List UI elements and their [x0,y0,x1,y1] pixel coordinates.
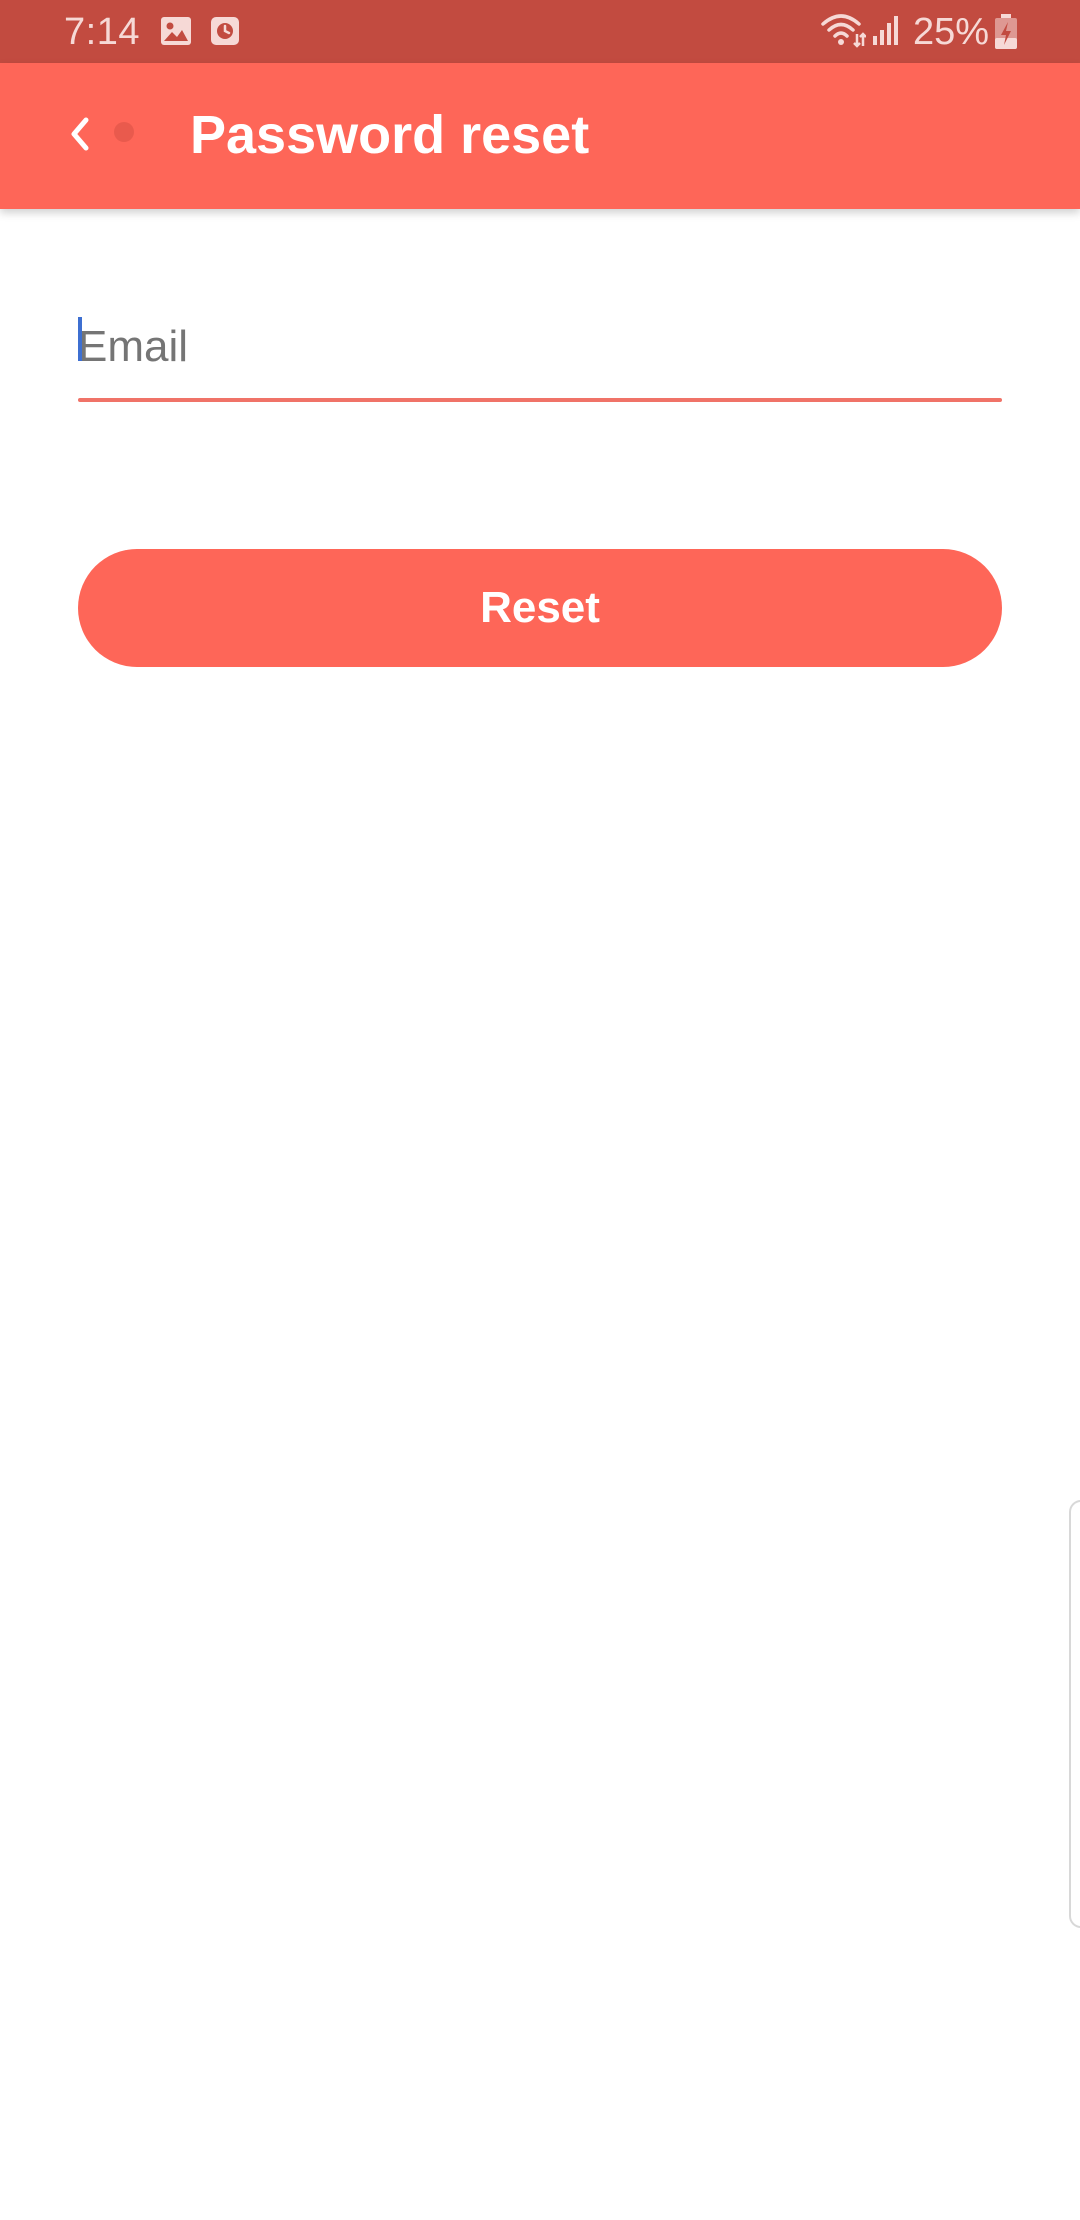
signal-icon [872,14,902,51]
back-button[interactable] [40,96,120,176]
email-field[interactable] [78,295,1002,405]
battery-charging-icon [994,14,1018,55]
chevron-left-icon [65,114,95,159]
edge-panel-handle[interactable] [1069,1500,1080,1928]
reset-button[interactable]: Reset [78,549,1002,667]
image-icon [160,16,192,51]
email-input[interactable] [78,295,1002,399]
text-cursor [78,317,82,361]
touch-indicator [114,122,134,142]
page-title: Password reset [190,105,590,165]
status-time: 7:14 [64,11,140,53]
battery-percentage: 25% [913,11,990,53]
email-field-underline [78,398,1002,402]
clock-app-icon [210,16,240,51]
app-bar: Password reset [0,63,1080,209]
wifi-icon [820,12,867,53]
password-reset-screen: 7:14 25% Password reset Email Reset [0,0,1080,2220]
status-bar: 7:14 25% [0,0,1080,63]
